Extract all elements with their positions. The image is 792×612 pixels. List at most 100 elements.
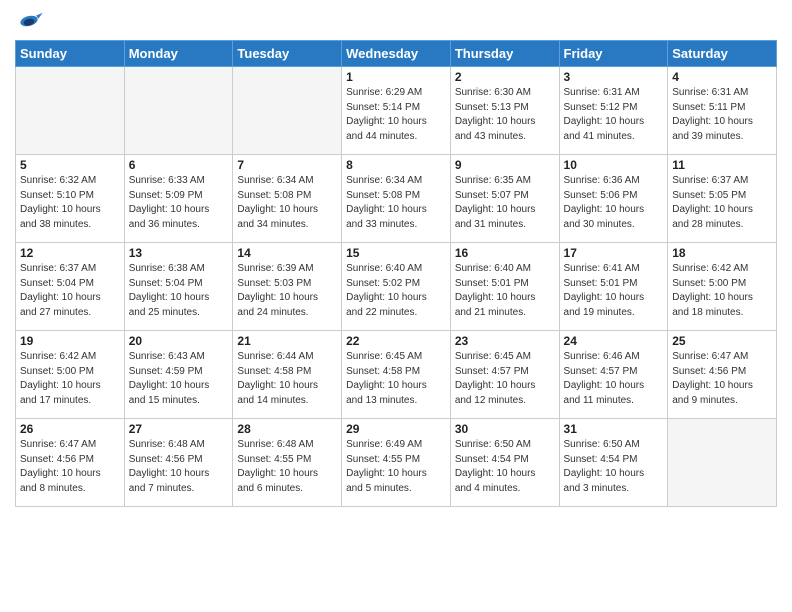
day-number: 2: [455, 70, 555, 84]
day-info: Sunrise: 6:50 AM Sunset: 4:54 PM Dayligh…: [455, 438, 555, 496]
day-number: 31: [564, 422, 664, 436]
day-info: Sunrise: 6:42 AM Sunset: 5:00 PM Dayligh…: [672, 262, 772, 320]
calendar-day: 31Sunrise: 6:50 AM Sunset: 4:54 PM Dayli…: [559, 419, 668, 507]
calendar-week-3: 12 Sunrise: 6:37 AM Sunset: 5:04 PM Dayli…: [16, 243, 777, 331]
day-number: 17: [564, 246, 664, 260]
day-info: Sunrise: 6:38 AM Sunset: 5:04 PM Dayligh…: [129, 262, 229, 320]
column-header-tuesday: Tuesday: [233, 41, 342, 67]
day-info: Sunrise: 6:30 AM Sunset: 5:13 PM Dayligh…: [455, 86, 555, 144]
day-info: Sunrise: 6:49 AM Sunset: 4:55 PM Dayligh…: [346, 438, 446, 496]
column-header-saturday: Saturday: [668, 41, 777, 67]
calendar-day: 15 Sunrise: 6:40 AM Sunset: 5:02 PM Dayli…: [342, 243, 451, 331]
calendar-day: 25 Sunrise: 6:47 AM Sunset: 4:56 PM Dayli…: [668, 331, 777, 419]
day-info: Sunrise: 6:45 AM Sunset: 4:58 PM Dayligh…: [346, 350, 446, 408]
day-number: 27: [129, 422, 229, 436]
day-info: Sunrise: 6:34 AM Sunset: 5:08 PM Dayligh…: [346, 174, 446, 232]
day-info: Sunrise: 6:37 AM Sunset: 5:05 PM Dayligh…: [672, 174, 772, 232]
day-info: Sunrise: 6:31 AM Sunset: 5:12 PM Dayligh…: [564, 86, 664, 144]
calendar-week-1: 1 Sunrise: 6:29 AM Sunset: 5:14 PM Daylig…: [16, 67, 777, 155]
day-number: 12: [20, 246, 120, 260]
day-number: 5: [20, 158, 120, 172]
day-number: 1: [346, 70, 446, 84]
column-header-thursday: Thursday: [450, 41, 559, 67]
day-info: Sunrise: 6:35 AM Sunset: 5:07 PM Dayligh…: [455, 174, 555, 232]
calendar-day: 26Sunrise: 6:47 AM Sunset: 4:56 PM Dayli…: [16, 419, 125, 507]
day-info: Sunrise: 6:46 AM Sunset: 4:57 PM Dayligh…: [564, 350, 664, 408]
calendar-week-4: 19Sunrise: 6:42 AM Sunset: 5:00 PM Dayli…: [16, 331, 777, 419]
day-number: 10: [564, 158, 664, 172]
day-info: Sunrise: 6:37 AM Sunset: 5:04 PM Dayligh…: [20, 262, 120, 320]
day-number: 23: [455, 334, 555, 348]
column-header-friday: Friday: [559, 41, 668, 67]
day-info: Sunrise: 6:47 AM Sunset: 4:56 PM Dayligh…: [672, 350, 772, 408]
day-number: 20: [129, 334, 229, 348]
day-info: Sunrise: 6:42 AM Sunset: 5:00 PM Dayligh…: [20, 350, 120, 408]
calendar-day: 28Sunrise: 6:48 AM Sunset: 4:55 PM Dayli…: [233, 419, 342, 507]
calendar-day: 8 Sunrise: 6:34 AM Sunset: 5:08 PM Daylig…: [342, 155, 451, 243]
calendar-day: 14 Sunrise: 6:39 AM Sunset: 5:03 PM Dayli…: [233, 243, 342, 331]
calendar-day: 27 Sunrise: 6:48 AM Sunset: 4:56 PM Dayli…: [124, 419, 233, 507]
day-number: 8: [346, 158, 446, 172]
calendar-day: 16 Sunrise: 6:40 AM Sunset: 5:01 PM Dayli…: [450, 243, 559, 331]
day-number: 30: [455, 422, 555, 436]
calendar-day: 23Sunrise: 6:45 AM Sunset: 4:57 PM Dayli…: [450, 331, 559, 419]
calendar-day: 29 Sunrise: 6:49 AM Sunset: 4:55 PM Dayli…: [342, 419, 451, 507]
day-info: Sunrise: 6:29 AM Sunset: 5:14 PM Dayligh…: [346, 86, 446, 144]
calendar-day: 21 Sunrise: 6:44 AM Sunset: 4:58 PM Dayli…: [233, 331, 342, 419]
calendar-day: 10 Sunrise: 6:36 AM Sunset: 5:06 PM Dayli…: [559, 155, 668, 243]
calendar-day: 7 Sunrise: 6:34 AM Sunset: 5:08 PM Daylig…: [233, 155, 342, 243]
day-number: 24: [564, 334, 664, 348]
calendar-day: 24 Sunrise: 6:46 AM Sunset: 4:57 PM Dayli…: [559, 331, 668, 419]
calendar-week-2: 5 Sunrise: 6:32 AM Sunset: 5:10 PM Daylig…: [16, 155, 777, 243]
day-info: Sunrise: 6:44 AM Sunset: 4:58 PM Dayligh…: [237, 350, 337, 408]
logo-bird-icon: [15, 10, 43, 32]
calendar-day: 22 Sunrise: 6:45 AM Sunset: 4:58 PM Dayli…: [342, 331, 451, 419]
calendar-day: 2 Sunrise: 6:30 AM Sunset: 5:13 PM Daylig…: [450, 67, 559, 155]
calendar-table: SundayMondayTuesdayWednesdayThursdayFrid…: [15, 40, 777, 507]
column-header-monday: Monday: [124, 41, 233, 67]
column-header-sunday: Sunday: [16, 41, 125, 67]
day-number: 14: [237, 246, 337, 260]
day-number: 16: [455, 246, 555, 260]
day-info: Sunrise: 6:43 AM Sunset: 4:59 PM Dayligh…: [129, 350, 229, 408]
day-info: Sunrise: 6:41 AM Sunset: 5:01 PM Dayligh…: [564, 262, 664, 320]
day-number: 21: [237, 334, 337, 348]
calendar-day: 3 Sunrise: 6:31 AM Sunset: 5:12 PM Daylig…: [559, 67, 668, 155]
day-number: 15: [346, 246, 446, 260]
header: [15, 10, 777, 32]
calendar-day: 19Sunrise: 6:42 AM Sunset: 5:00 PM Dayli…: [16, 331, 125, 419]
calendar-day: [668, 419, 777, 507]
calendar-day: 5 Sunrise: 6:32 AM Sunset: 5:10 PM Daylig…: [16, 155, 125, 243]
calendar-day: 18Sunrise: 6:42 AM Sunset: 5:00 PM Dayli…: [668, 243, 777, 331]
calendar-day: [124, 67, 233, 155]
calendar-day: 11 Sunrise: 6:37 AM Sunset: 5:05 PM Dayli…: [668, 155, 777, 243]
day-info: Sunrise: 6:32 AM Sunset: 5:10 PM Dayligh…: [20, 174, 120, 232]
day-info: Sunrise: 6:47 AM Sunset: 4:56 PM Dayligh…: [20, 438, 120, 496]
calendar-day: [16, 67, 125, 155]
day-number: 29: [346, 422, 446, 436]
day-info: Sunrise: 6:48 AM Sunset: 4:56 PM Dayligh…: [129, 438, 229, 496]
day-info: Sunrise: 6:40 AM Sunset: 5:02 PM Dayligh…: [346, 262, 446, 320]
calendar-day: 4Sunrise: 6:31 AM Sunset: 5:11 PM Daylig…: [668, 67, 777, 155]
day-info: Sunrise: 6:39 AM Sunset: 5:03 PM Dayligh…: [237, 262, 337, 320]
day-number: 3: [564, 70, 664, 84]
day-number: 9: [455, 158, 555, 172]
day-info: Sunrise: 6:34 AM Sunset: 5:08 PM Dayligh…: [237, 174, 337, 232]
day-info: Sunrise: 6:33 AM Sunset: 5:09 PM Dayligh…: [129, 174, 229, 232]
calendar-day: 13Sunrise: 6:38 AM Sunset: 5:04 PM Dayli…: [124, 243, 233, 331]
calendar-day: 20 Sunrise: 6:43 AM Sunset: 4:59 PM Dayli…: [124, 331, 233, 419]
logo: [15, 10, 45, 32]
calendar-day: 1 Sunrise: 6:29 AM Sunset: 5:14 PM Daylig…: [342, 67, 451, 155]
calendar-day: 12 Sunrise: 6:37 AM Sunset: 5:04 PM Dayli…: [16, 243, 125, 331]
day-number: 7: [237, 158, 337, 172]
day-info: Sunrise: 6:36 AM Sunset: 5:06 PM Dayligh…: [564, 174, 664, 232]
day-number: 22: [346, 334, 446, 348]
day-number: 11: [672, 158, 772, 172]
calendar-day: 17 Sunrise: 6:41 AM Sunset: 5:01 PM Dayli…: [559, 243, 668, 331]
column-header-wednesday: Wednesday: [342, 41, 451, 67]
day-info: Sunrise: 6:31 AM Sunset: 5:11 PM Dayligh…: [672, 86, 772, 144]
calendar-header-row: SundayMondayTuesdayWednesdayThursdayFrid…: [16, 41, 777, 67]
day-number: 25: [672, 334, 772, 348]
calendar-day: 9 Sunrise: 6:35 AM Sunset: 5:07 PM Daylig…: [450, 155, 559, 243]
day-info: Sunrise: 6:40 AM Sunset: 5:01 PM Dayligh…: [455, 262, 555, 320]
